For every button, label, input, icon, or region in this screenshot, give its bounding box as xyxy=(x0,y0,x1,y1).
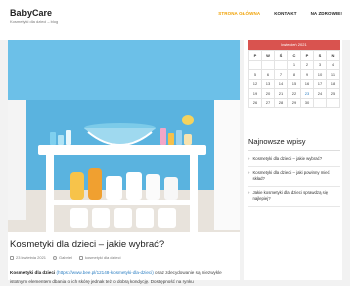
post-excerpt: Kosmetyki dla dzieci (https://www.bee.pl… xyxy=(10,268,238,286)
calendar-day xyxy=(261,59,275,70)
calendar-day: 29 xyxy=(287,97,301,108)
sidebar: kwiecień 2021 P W Ś C P S N 1 2 3 4 5 6 … xyxy=(244,40,342,280)
calendar-day: 11 xyxy=(326,69,340,80)
calendar-day: 4 xyxy=(326,59,340,70)
post-date[interactable]: 23 kwietnia 2021 xyxy=(10,255,46,260)
calendar-day-linked[interactable]: 23 xyxy=(300,88,314,99)
brand: BabyCare Kosmetyki dla dzieci – blog xyxy=(10,8,58,24)
calendar-day: 21 xyxy=(274,88,288,99)
calendar-day: 12 xyxy=(248,78,262,89)
calendar-day: 6 xyxy=(261,69,275,80)
calendar-week: 1 2 3 4 xyxy=(248,59,340,70)
weekday: P xyxy=(300,50,314,61)
calendar-week: 12 13 14 15 16 17 18 xyxy=(248,78,340,89)
calendar-day: 9 xyxy=(300,69,314,80)
recent-post-item[interactable]: › Kosmetyki dla dzieci – jakie wybrać? xyxy=(248,156,340,167)
post-author[interactable]: Gabriel xyxy=(53,255,72,260)
site-tagline: Kosmetyki dla dzieci – blog xyxy=(10,19,59,24)
calendar-day: 20 xyxy=(261,88,275,99)
post-category-text: kosmetyki dla dzieci xyxy=(84,255,121,260)
calendar-day: 25 xyxy=(326,88,340,99)
nav-item-health[interactable]: NA ZDROWIE! xyxy=(311,11,342,16)
recent-post-link[interactable]: Jakie kosmetyki dla dzieci sprawdzą się … xyxy=(252,190,340,203)
post-card: Kosmetyki dla dzieci – jakie wybrać? 23 … xyxy=(8,40,240,284)
calendar-day: 30 xyxy=(300,97,314,108)
weekday: C xyxy=(287,50,301,61)
calendar-day: 2 xyxy=(300,59,314,70)
site-header: BabyCare Kosmetyki dla dzieci – blog STR… xyxy=(0,0,350,40)
calendar-day xyxy=(274,59,288,70)
calendar-day: 1 xyxy=(287,59,301,70)
calendar-icon xyxy=(10,255,14,260)
excerpt-bold: Kosmetyki dla dzieci xyxy=(10,270,56,275)
calendar-day: 24 xyxy=(313,88,327,99)
calendar-day xyxy=(326,97,340,108)
calendar-grid: P W Ś C P S N 1 2 3 4 5 6 7 8 9 10 11 12… xyxy=(248,50,340,108)
recent-post-item[interactable]: › Jakie kosmetyki dla dzieci sprawdzą si… xyxy=(248,190,340,207)
weekday: P xyxy=(248,50,262,61)
calendar-week: 26 27 28 29 30 xyxy=(248,97,340,108)
bathroom-photo xyxy=(8,40,240,232)
chevron-right-icon: › xyxy=(248,189,250,195)
recent-posts-title: Najnowsze wpisy xyxy=(248,137,306,146)
folder-icon xyxy=(78,255,83,260)
chevron-right-icon: › xyxy=(248,169,250,175)
calendar-day: 22 xyxy=(287,88,301,99)
recent-post-link[interactable]: Kosmetyki dla dzieci – jakie wybrać? xyxy=(252,156,322,163)
excerpt-link[interactable]: (https://www.bee.pl/12148-kosmetyki-dla-… xyxy=(56,270,153,275)
calendar-day: 8 xyxy=(287,69,301,80)
post-date-text: 23 kwietnia 2021 xyxy=(16,255,47,260)
calendar-day: 13 xyxy=(261,78,275,89)
calendar-day: 18 xyxy=(326,78,340,89)
main-nav: STRONA GŁÓWNA KONTAKT NA ZDROWIE! xyxy=(218,11,342,16)
weekday: S xyxy=(313,50,327,61)
calendar-day xyxy=(248,59,262,70)
user-icon xyxy=(53,255,58,260)
nav-item-contact[interactable]: KONTAKT xyxy=(274,11,296,16)
calendar-day: 5 xyxy=(248,69,262,80)
calendar-month: kwiecień 2021 xyxy=(248,40,340,50)
recent-post-link[interactable]: Kosmetyki dla dzieci – jaki powinny mieć… xyxy=(252,170,340,183)
calendar-day: 7 xyxy=(274,69,288,80)
calendar-day: 3 xyxy=(313,59,327,70)
calendar-day: 27 xyxy=(261,97,275,108)
excerpt-rest: oraz zdecydowanie są niezwykle xyxy=(153,270,222,275)
post-meta: 23 kwietnia 2021 Gabriel kosmetyki dla d… xyxy=(10,255,121,260)
calendar-day: 17 xyxy=(313,78,327,89)
calendar-day xyxy=(313,97,327,108)
calendar-day: 15 xyxy=(287,78,301,89)
calendar-day: 16 xyxy=(300,78,314,89)
recent-posts-list: › Kosmetyki dla dzieci – jakie wybrać? ›… xyxy=(248,156,340,210)
weekday: N xyxy=(326,50,340,61)
weekday: Ś xyxy=(274,50,288,61)
chevron-right-icon: › xyxy=(248,156,250,161)
calendar-week: 5 6 7 8 9 10 11 xyxy=(248,69,340,80)
calendar-week: 19 20 21 22 23 24 25 xyxy=(248,88,340,99)
site-title[interactable]: BabyCare xyxy=(10,8,58,18)
calendar-day: 10 xyxy=(313,69,327,80)
recent-post-item[interactable]: › Kosmetyki dla dzieci – jaki powinny mi… xyxy=(248,170,340,187)
calendar-day: 26 xyxy=(248,97,262,108)
calendar-widget: kwiecień 2021 P W Ś C P S N 1 2 3 4 5 6 … xyxy=(248,40,340,108)
post-author-text: Gabriel xyxy=(59,255,72,260)
weekday: W xyxy=(261,50,275,61)
calendar-weekdays: P W Ś C P S N xyxy=(248,50,340,61)
calendar-day: 28 xyxy=(274,97,288,108)
post-category[interactable]: kosmetyki dla dzieci xyxy=(78,255,121,260)
calendar-day: 19 xyxy=(248,88,262,99)
nav-item-home[interactable]: STRONA GŁÓWNA xyxy=(218,11,260,16)
divider xyxy=(248,150,340,151)
post-featured-image[interactable] xyxy=(8,40,240,232)
post-title[interactable]: Kosmetyki dla dzieci – jakie wybrać? xyxy=(10,239,164,250)
calendar-day: 14 xyxy=(274,78,288,89)
